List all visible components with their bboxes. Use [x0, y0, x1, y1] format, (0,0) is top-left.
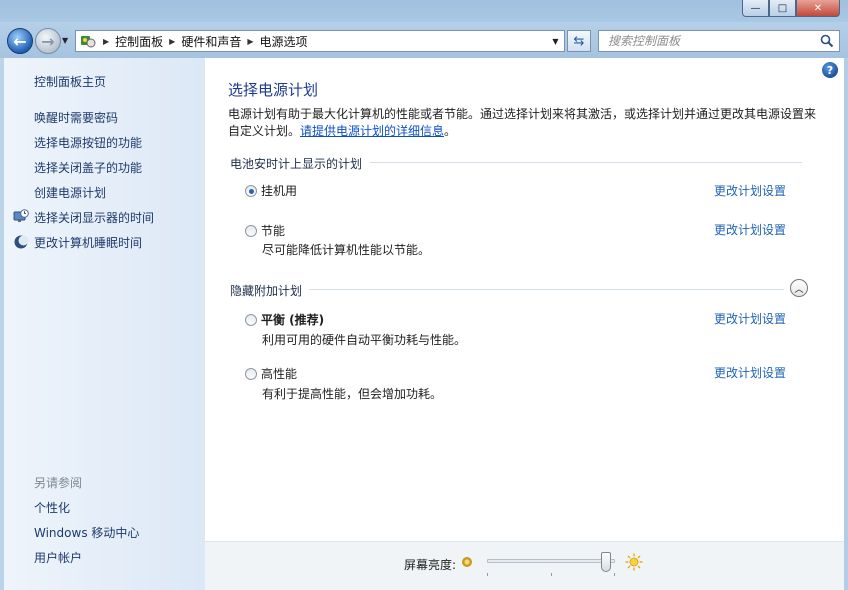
- main-content: ? 选择电源计划 电源计划有助于最大化计算机的性能或者节能。通过选择计划来将其激…: [205, 58, 844, 541]
- plan-name-balanced[interactable]: 平衡 (推荐): [261, 311, 324, 328]
- bright-sun-icon: [625, 553, 643, 571]
- forward-button[interactable]: →: [35, 28, 61, 54]
- brightness-bar: 屏幕亮度:: [205, 541, 844, 590]
- brightness-label: 屏幕亮度:: [404, 558, 457, 572]
- collapse-hidden-plans-button[interactable]: ︿: [790, 279, 808, 297]
- plan-desc-high-performance: 有利于提高性能，但会增加功耗。: [262, 387, 443, 401]
- plan-radio-power-saver[interactable]: [245, 225, 257, 237]
- search-input[interactable]: [608, 34, 818, 48]
- plan-name-hangup[interactable]: 挂机用: [261, 182, 297, 199]
- change-plan-settings-link[interactable]: 更改计划设置: [714, 221, 786, 238]
- window-controls: — □ ✕: [742, 0, 840, 17]
- dim-sun-icon: [462, 557, 472, 567]
- brightness-slider-track[interactable]: [487, 559, 615, 563]
- minimize-button[interactable]: —: [742, 0, 769, 17]
- control-panel-icon: [79, 33, 97, 49]
- battery-meter-group-heading: 电池安时计上显示的计划: [230, 157, 363, 171]
- monitor-clock-icon: [13, 209, 29, 222]
- change-plan-settings-link[interactable]: 更改计划设置: [714, 310, 786, 327]
- refresh-icon: ⇆: [573, 33, 585, 49]
- breadcrumb-separator[interactable]: ▶: [247, 37, 253, 46]
- group-divider: [309, 289, 784, 290]
- intro-text: 电源计划有助于最大化计算机的性能或者节能。通过选择计划来将其激活，或选择计划并通…: [228, 106, 818, 140]
- search-box[interactable]: [598, 30, 840, 52]
- search-icon[interactable]: [820, 34, 834, 48]
- brightness-slider-thumb[interactable]: [601, 552, 612, 572]
- maximize-button[interactable]: □: [769, 0, 796, 17]
- help-icon[interactable]: ?: [822, 62, 838, 78]
- plan-desc-power-saver: 尽可能降低计算机性能以节能。: [262, 243, 431, 257]
- title-bar[interactable]: — □ ✕: [0, 0, 848, 22]
- slider-tick: [487, 573, 488, 576]
- plan-name-power-saver[interactable]: 节能: [261, 222, 285, 239]
- breadcrumb-separator[interactable]: ▶: [169, 37, 175, 46]
- plan-name-high-performance[interactable]: 高性能: [261, 365, 297, 382]
- back-button[interactable]: ←: [7, 28, 33, 54]
- sidebar-link-user-accounts[interactable]: 用户帐户: [34, 549, 82, 566]
- breadcrumb-hardware-sound[interactable]: 硬件和声音: [181, 33, 241, 50]
- intro-end: 。: [444, 124, 457, 138]
- sidebar-link-power-button[interactable]: 选择电源按钮的功能: [34, 134, 142, 151]
- sidebar-link-mobility-center[interactable]: Windows 移动中心: [34, 524, 139, 541]
- hidden-plans-group-heading: 隐藏附加计划: [230, 284, 303, 298]
- address-dropdown-icon[interactable]: ▼: [547, 31, 564, 51]
- breadcrumb-control-panel[interactable]: 控制面板: [115, 33, 163, 50]
- plan-radio-hangup[interactable]: [245, 185, 257, 197]
- sidebar-link-sleep-time[interactable]: 更改计算机睡眠时间: [34, 234, 142, 251]
- sidebar-link-lid-close[interactable]: 选择关闭盖子的功能: [34, 159, 142, 176]
- plan-desc-balanced: 利用可用的硬件自动平衡功耗与性能。: [262, 333, 467, 347]
- task-pane: 控制面板主页 唤醒时需要密码 选择电源按钮的功能 选择关闭盖子的功能 创建电源计…: [0, 58, 205, 590]
- navigation-bar: ← → ▼ ▶ 控制面板 ▶ 硬件和声音 ▶ 电源选项 ▼ ⇆: [0, 22, 848, 58]
- sidebar-link-create-plan[interactable]: 创建电源计划: [34, 184, 106, 201]
- sidebar-link-personalization[interactable]: 个性化: [34, 499, 70, 516]
- moon-icon: [14, 235, 29, 249]
- breadcrumb-separator[interactable]: ▶: [103, 37, 109, 46]
- group-divider: [370, 162, 802, 163]
- sidebar-link-wake-password[interactable]: 唤醒时需要密码: [34, 109, 118, 126]
- plan-radio-balanced[interactable]: [245, 314, 257, 326]
- plan-radio-high-performance[interactable]: [245, 368, 257, 380]
- see-also-heading: 另请参阅: [34, 476, 83, 490]
- address-bar[interactable]: ▶ 控制面板 ▶ 硬件和声音 ▶ 电源选项 ▼: [75, 30, 565, 52]
- breadcrumb-power-options[interactable]: 电源选项: [260, 33, 308, 50]
- sidebar-link-home[interactable]: 控制面板主页: [34, 73, 106, 90]
- refresh-button[interactable]: ⇆: [567, 30, 591, 52]
- slider-tick: [551, 573, 552, 576]
- recent-pages-dropdown[interactable]: ▼: [62, 36, 68, 45]
- close-button[interactable]: ✕: [796, 0, 840, 17]
- window-border: [844, 58, 848, 590]
- page-title: 选择电源计划: [228, 81, 319, 99]
- change-plan-settings-link[interactable]: 更改计划设置: [714, 182, 786, 199]
- plan-details-link[interactable]: 请提供电源计划的详细信息: [300, 124, 444, 138]
- slider-tick: [614, 573, 615, 576]
- chevron-up-icon: ︿: [794, 284, 804, 295]
- sidebar-link-display-off[interactable]: 选择关闭显示器的时间: [34, 209, 154, 226]
- change-plan-settings-link[interactable]: 更改计划设置: [714, 364, 786, 381]
